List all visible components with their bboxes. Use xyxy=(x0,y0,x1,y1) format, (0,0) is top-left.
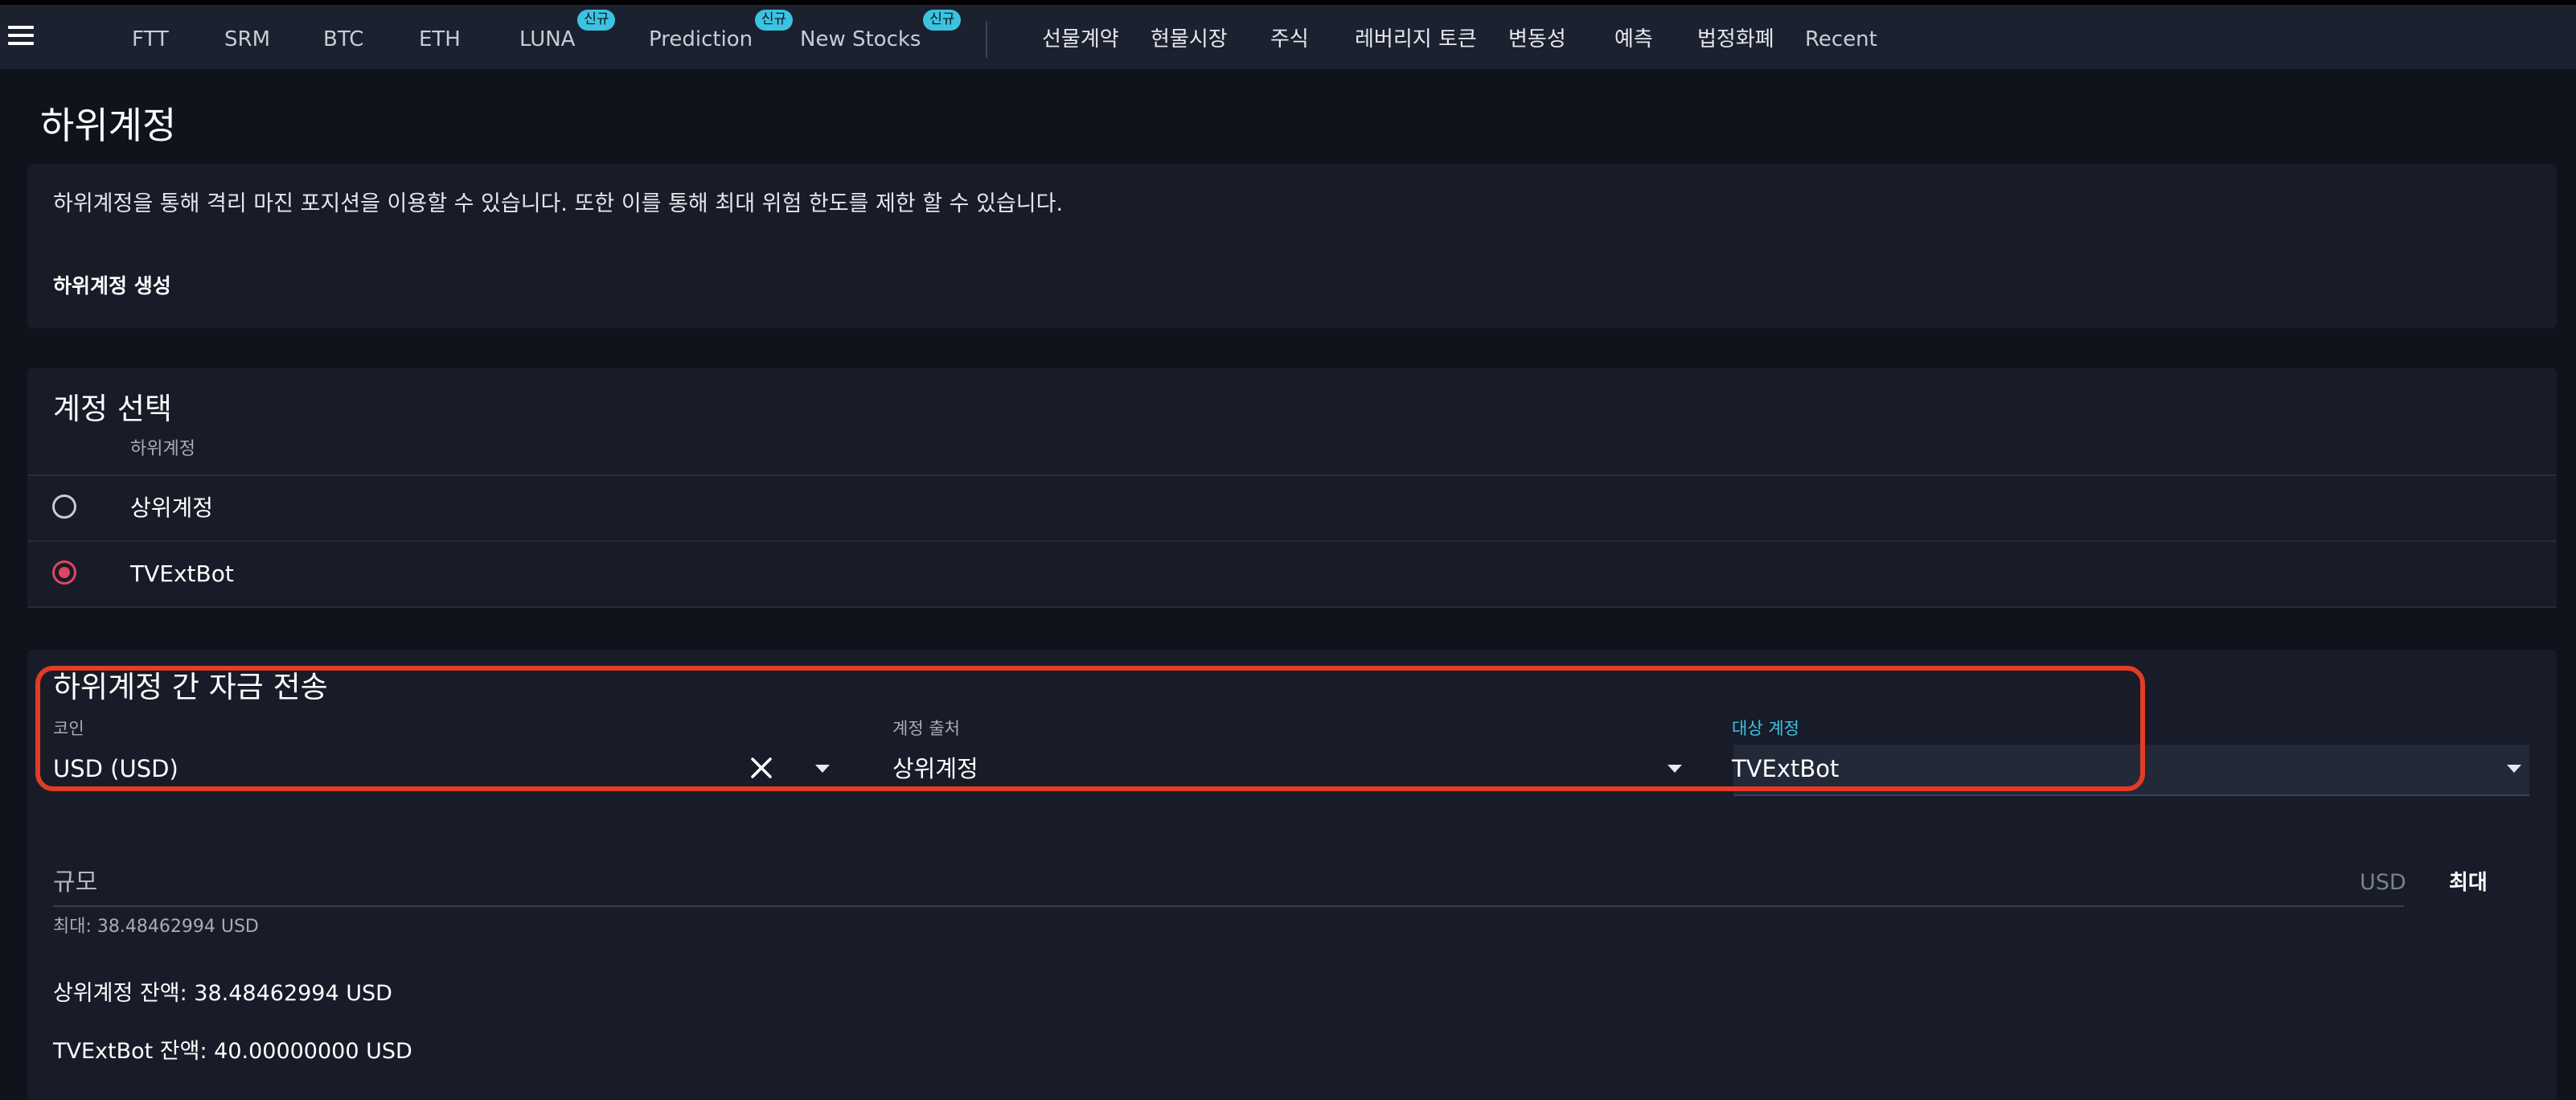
nav-item-btc[interactable]: BTC xyxy=(323,26,363,53)
max-amount-hint: 최대: 38.48462994 USD xyxy=(53,917,259,937)
radio-button-selected[interactable] xyxy=(52,560,76,585)
nav-item-recent[interactable]: Recent xyxy=(1805,26,1877,53)
subaccount-description: 하위계정을 통해 격리 마진 포지션을 이용할 수 있습니다. 또한 이를 통해… xyxy=(53,191,1064,216)
nav-item-label: New Stocks xyxy=(800,27,921,51)
account-select-title: 계정 선택 xyxy=(53,392,172,426)
new-badge: 신규 xyxy=(577,10,616,31)
account-select-card: 계정 선택 하위계정 상위계정 TVExtBot xyxy=(27,368,2557,608)
amount-unit: USD xyxy=(2360,870,2406,895)
amount-input[interactable]: 규모 xyxy=(53,867,97,899)
nav-item-label: LUNA xyxy=(519,27,576,51)
parent-balance: 상위계정 잔액: 38.48462994 USD xyxy=(53,981,392,1006)
account-row-parent[interactable]: 상위계정 xyxy=(27,474,2557,540)
highlight-annotation xyxy=(35,666,2145,791)
new-badge: 신규 xyxy=(923,10,962,31)
nav-item-spot[interactable]: 현물시장 xyxy=(1151,26,1228,53)
nav-item-new-stocks[interactable]: New Stocks 신규 xyxy=(800,10,962,53)
nav-item-volatility[interactable]: 변동성 xyxy=(1508,26,1566,53)
radio-button[interactable] xyxy=(52,495,76,519)
nav-item-prediction[interactable]: Prediction 신규 xyxy=(649,10,794,53)
nav-item-label: BTC xyxy=(323,27,364,51)
create-subaccount-button[interactable]: 하위계정 생성 xyxy=(53,272,171,301)
nav-item-stocks[interactable]: 주식 xyxy=(1270,26,1309,53)
nav-item-srm[interactable]: SRM xyxy=(224,26,270,53)
nav-divider xyxy=(986,21,987,58)
nav-item-label: Prediction xyxy=(649,27,753,51)
target-field-underline xyxy=(1733,794,2529,796)
nav-item-label: ETH xyxy=(419,27,461,51)
account-row-tvextbot[interactable]: TVExtBot xyxy=(27,540,2557,608)
top-nav: FTT SRM BTC ETH LUNA 신규 Prediction 신규 New … xyxy=(0,0,2576,69)
nav-item-label: SRM xyxy=(224,27,271,51)
nav-item-luna[interactable]: LUNA 신규 xyxy=(519,10,616,53)
target-dropdown-icon[interactable] xyxy=(2507,765,2521,773)
menu-icon[interactable] xyxy=(8,26,34,50)
nav-item-ftt[interactable]: FTT xyxy=(132,26,169,53)
nav-item-futures[interactable]: 선물계약 xyxy=(1042,26,1119,53)
nav-item-fiat[interactable]: 법정화폐 xyxy=(1697,26,1774,53)
nav-item-eth[interactable]: ETH xyxy=(419,26,461,53)
account-label: TVExtBot xyxy=(130,560,234,587)
amount-underline xyxy=(53,905,2404,907)
subaccount-intro-card: 하위계정을 통해 격리 마진 포지션을 이용할 수 있습니다. 또한 이를 통해… xyxy=(27,164,2557,328)
new-badge: 신규 xyxy=(754,10,794,31)
subaccount-column-header: 하위계정 xyxy=(130,439,195,459)
max-button[interactable]: 최대 xyxy=(2449,868,2488,897)
nav-item-prediction-kr[interactable]: 예측 xyxy=(1614,26,1653,53)
page-title: 하위계정 xyxy=(40,104,177,147)
account-label: 상위계정 xyxy=(130,495,214,521)
subaccount-balance: TVExtBot 잔액: 40.00000000 USD xyxy=(53,1039,412,1064)
nav-item-leveraged-tokens[interactable]: 레버리지 토큰 xyxy=(1355,26,1477,53)
nav-item-label: FTT xyxy=(132,27,169,51)
